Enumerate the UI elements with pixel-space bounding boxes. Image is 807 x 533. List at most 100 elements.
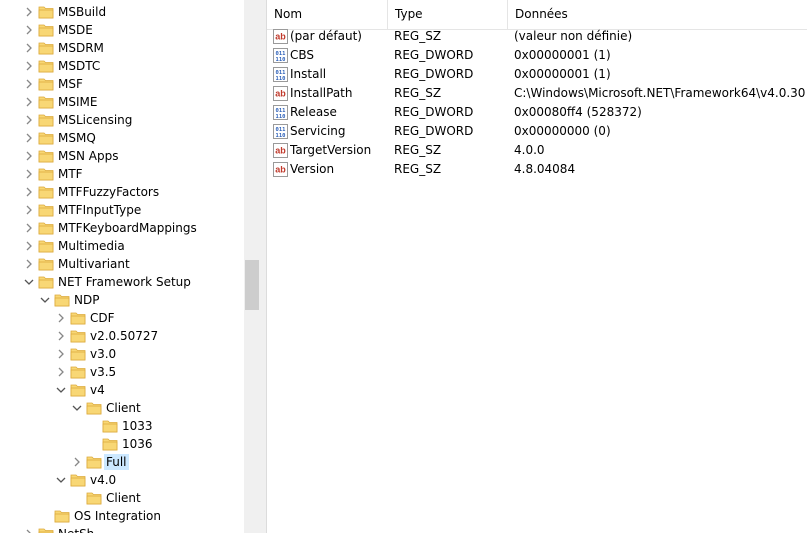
chevron-right-icon[interactable] <box>24 114 34 126</box>
pane-splitter[interactable] <box>260 0 267 533</box>
chevron-right-icon[interactable] <box>24 204 34 216</box>
string-value-icon: ab <box>273 143 288 158</box>
dword-value-icon: 011 110 <box>273 105 288 120</box>
chevron-down-icon[interactable] <box>24 276 34 288</box>
chevron-right-icon[interactable] <box>24 6 34 18</box>
column-header-type[interactable]: Type <box>388 0 508 29</box>
chevron-right-icon[interactable] <box>24 78 34 90</box>
tree-node-label: MSIME <box>58 95 98 109</box>
chevron-right-icon[interactable] <box>56 348 66 360</box>
chevron-right-icon[interactable] <box>24 222 34 234</box>
tree-node-msdrm[interactable]: MSDRM <box>0 39 244 57</box>
tree-node-v4[interactable]: v4 <box>0 381 244 399</box>
folder-icon <box>38 203 54 217</box>
chevron-right-icon[interactable] <box>24 150 34 162</box>
folder-icon <box>38 113 54 127</box>
tree-node-label: MSDTC <box>58 59 101 73</box>
folder-icon <box>38 257 54 271</box>
tree-node-msde[interactable]: MSDE <box>0 21 244 39</box>
chevron-right-icon[interactable] <box>56 312 66 324</box>
tree-node-net-framework-setup[interactable]: NET Framework Setup <box>0 273 244 291</box>
chevron-down-icon[interactable] <box>72 402 82 414</box>
tree-node-ndp[interactable]: NDP <box>0 291 244 309</box>
tree-node-msime[interactable]: MSIME <box>0 93 244 111</box>
tree-node-msbuild[interactable]: MSBuild <box>0 3 244 21</box>
chevron-right-icon[interactable] <box>24 96 34 108</box>
folder-icon <box>70 383 86 397</box>
folder-icon <box>38 185 54 199</box>
value-row-targetversion[interactable]: ab TargetVersion REG_SZ 4.0.0 <box>267 141 807 160</box>
value-row-servicing[interactable]: 011 110 Servicing REG_DWORD 0x00000000 (0) <box>267 122 807 141</box>
chevron-right-icon[interactable] <box>56 366 66 378</box>
string-value-icon: ab <box>273 29 288 44</box>
tree-node-label: MSF <box>58 77 83 91</box>
value-name-cell: (par défaut) <box>290 29 362 43</box>
tree-node-multimedia[interactable]: Multimedia <box>0 237 244 255</box>
chevron-right-icon[interactable] <box>24 60 34 72</box>
column-header-data-label: Données <box>515 7 568 21</box>
chevron-right-icon[interactable] <box>24 528 34 533</box>
tree-node-1033[interactable]: 1033 <box>0 417 244 435</box>
tree-node-mslicensing[interactable]: MSLicensing <box>0 111 244 129</box>
value-name-cell: Install <box>290 67 327 81</box>
tree-node-netsh[interactable]: NetSh <box>0 525 244 533</box>
folder-icon <box>38 41 54 55</box>
chevron-right-icon[interactable] <box>24 186 34 198</box>
tree-node-mtfkeyboardmappings[interactable]: MTFKeyboardMappings <box>0 219 244 237</box>
tree-node-os-integration[interactable]: OS Integration <box>0 507 244 525</box>
value-name-cell: TargetVersion <box>290 143 372 157</box>
tree-scrollbar-thumb[interactable] <box>245 260 259 310</box>
tree-node-multivariant[interactable]: Multivariant <box>0 255 244 273</box>
folder-icon <box>38 59 54 73</box>
tree-node-label: MTF <box>58 167 83 181</box>
tree-node-msn-apps[interactable]: MSN Apps <box>0 147 244 165</box>
chevron-right-icon[interactable] <box>56 330 66 342</box>
tree-node-cdf[interactable]: CDF <box>0 309 244 327</box>
tree-node-mtffuzzyfactors[interactable]: MTFFuzzyFactors <box>0 183 244 201</box>
tree-node-label: CDF <box>90 311 115 325</box>
tree-node-label: Full <box>104 454 129 470</box>
column-header-data[interactable]: Données <box>508 0 807 29</box>
tree-node-full[interactable]: Full <box>0 453 244 471</box>
registry-tree-pane[interactable]: MSBuild MSDE MSDRM MSDTC MSF MSIME MSLicensing… <box>0 0 244 533</box>
tree-node-mtfinputtype[interactable]: MTFInputType <box>0 201 244 219</box>
tree-node-msmq[interactable]: MSMQ <box>0 129 244 147</box>
tree-node-label: v4.0 <box>90 473 117 487</box>
tree-node-mtf[interactable]: MTF <box>0 165 244 183</box>
chevron-right-icon[interactable] <box>24 24 34 36</box>
value-row-par-d-faut[interactable]: ab (par défaut) REG_SZ (valeur non définie) <box>267 27 807 46</box>
tree-node-v4-0[interactable]: v4.0 <box>0 471 244 489</box>
chevron-right-icon[interactable] <box>24 42 34 54</box>
tree-node-1036[interactable]: 1036 <box>0 435 244 453</box>
chevron-right-icon[interactable] <box>24 132 34 144</box>
tree-node-client[interactable]: Client <box>0 399 244 417</box>
folder-icon <box>86 455 102 469</box>
chevron-right-icon[interactable] <box>72 456 82 468</box>
chevron-down-icon[interactable] <box>56 474 66 486</box>
svg-text:ab: ab <box>275 32 286 42</box>
value-data-cell: 0x00000000 (0) <box>514 124 611 138</box>
tree-node-v3-5[interactable]: v3.5 <box>0 363 244 381</box>
tree-node-client[interactable]: Client <box>0 489 244 507</box>
chevron-right-icon[interactable] <box>24 258 34 270</box>
value-row-cbs[interactable]: 011 110 CBS REG_DWORD 0x00000001 (1) <box>267 46 807 65</box>
column-header-name[interactable]: Nom <box>267 0 388 29</box>
value-row-release[interactable]: 011 110 Release REG_DWORD 0x00080ff4 (528372… <box>267 103 807 122</box>
tree-node-label: v4 <box>90 383 105 397</box>
column-header-name-label: Nom <box>274 7 303 21</box>
chevron-down-icon[interactable] <box>56 384 66 396</box>
folder-icon <box>38 239 54 253</box>
chevron-right-icon[interactable] <box>24 168 34 180</box>
tree-node-msdtc[interactable]: MSDTC <box>0 57 244 75</box>
chevron-down-icon[interactable] <box>40 294 50 306</box>
chevron-right-icon[interactable] <box>24 240 34 252</box>
value-row-install[interactable]: 011 110 Install REG_DWORD 0x00000001 (1) <box>267 65 807 84</box>
value-data-cell: 0x00000001 (1) <box>514 67 611 81</box>
value-row-installpath[interactable]: ab InstallPath REG_SZ C:\Windows\Microsoft.… <box>267 84 807 103</box>
tree-node-label: v2.0.50727 <box>90 329 159 343</box>
tree-node-v2-0-50727[interactable]: v2.0.50727 <box>0 327 244 345</box>
tree-scrollbar[interactable] <box>244 0 260 533</box>
tree-node-msf[interactable]: MSF <box>0 75 244 93</box>
value-row-version[interactable]: ab Version REG_SZ 4.8.04084 <box>267 160 807 179</box>
tree-node-v3-0[interactable]: v3.0 <box>0 345 244 363</box>
